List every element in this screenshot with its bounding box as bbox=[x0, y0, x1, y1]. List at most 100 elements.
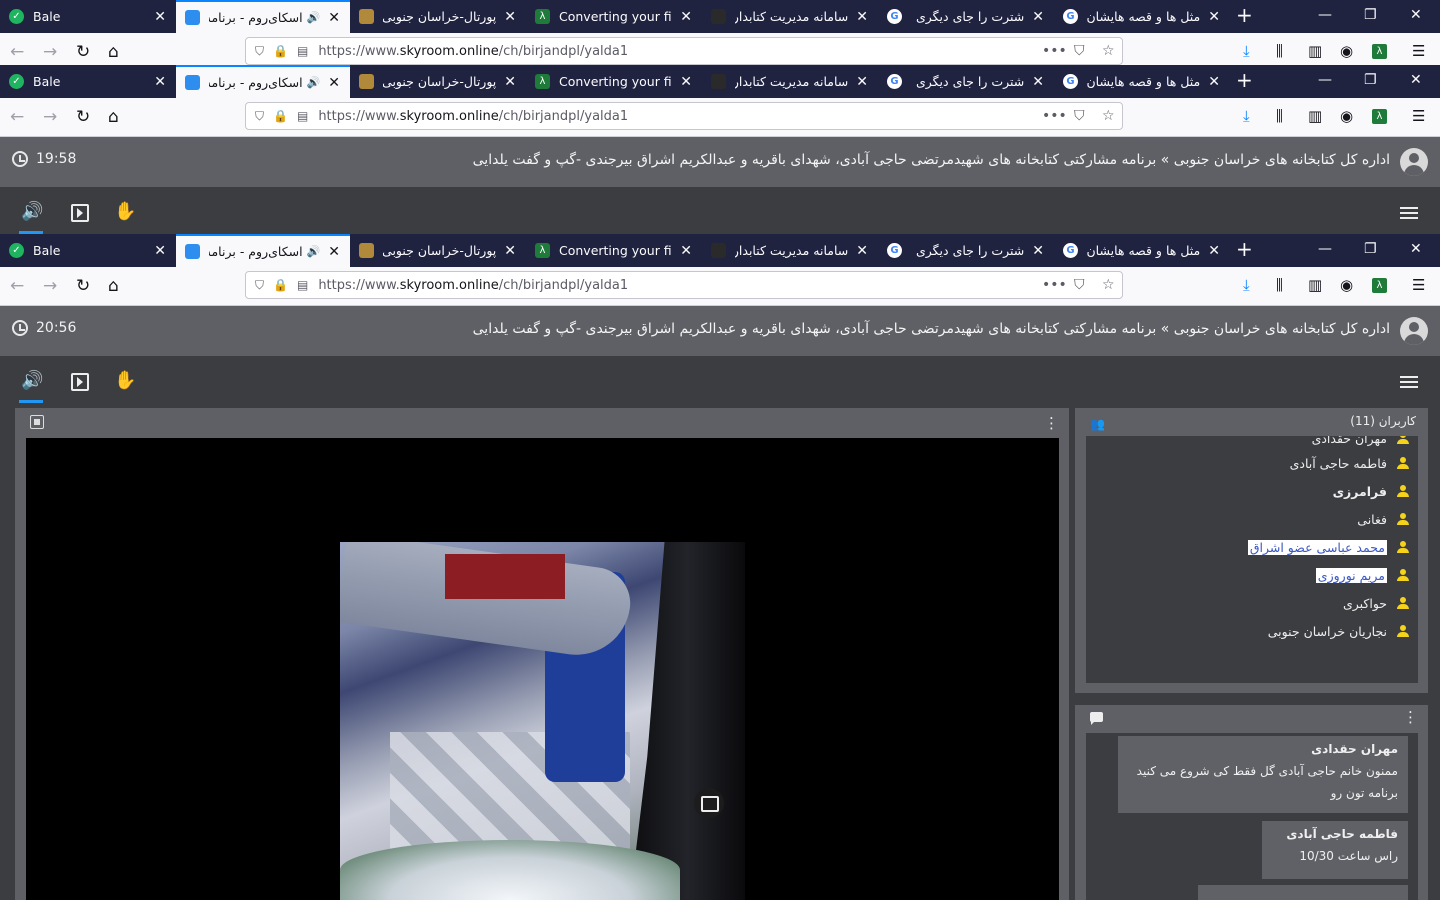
lock-icon[interactable]: 🔒 bbox=[273, 44, 288, 58]
tab-1[interactable]: ✓ Bale ✕ bbox=[0, 0, 176, 33]
app-menu-icon[interactable]: ☰ bbox=[1412, 276, 1425, 294]
page-info-icon[interactable]: ▤ bbox=[297, 278, 308, 292]
page-info-icon[interactable]: ▤ bbox=[297, 44, 308, 58]
url-text[interactable]: https://www.skyroom.online/ch/birjandpl/… bbox=[318, 278, 628, 293]
tab-4[interactable]: λ Converting your file ✕ bbox=[526, 0, 702, 33]
close-tab-icon[interactable]: ✕ bbox=[1208, 74, 1220, 90]
pocket-icon[interactable]: ⛉ bbox=[1074, 43, 1085, 59]
tab-7[interactable]: G مثل ها و قصه هایشان ✕ bbox=[1054, 234, 1230, 267]
tab-6[interactable]: G شترت را جای دیگری بخو ✕ bbox=[878, 234, 1054, 267]
kebab-menu-icon[interactable]: ⋮ bbox=[1403, 708, 1418, 726]
tab-audio-icon[interactable]: 🔊 bbox=[307, 245, 321, 258]
tab-4[interactable]: λ Converting your file ✕ bbox=[526, 65, 702, 98]
lock-icon[interactable]: 🔒 bbox=[273, 278, 288, 292]
video-stream[interactable] bbox=[340, 542, 745, 900]
close-tab-icon[interactable]: ✕ bbox=[680, 74, 692, 90]
chat-messages[interactable]: مهران حقدادی ممنون خانم حاجی آبادی گل فق… bbox=[1086, 733, 1418, 900]
picture-in-picture-icon[interactable] bbox=[694, 788, 724, 818]
close-tab-icon[interactable]: ✕ bbox=[1208, 9, 1220, 25]
users-list[interactable]: مهران حقدادی فاطمه حاجی آبادی فرامرزی فغ… bbox=[1086, 436, 1418, 683]
home-icon[interactable]: ⌂ bbox=[108, 276, 119, 296]
shield-icon[interactable]: ⛉ bbox=[255, 278, 264, 293]
account-icon[interactable]: ◉ bbox=[1340, 276, 1353, 294]
user-avatar-icon[interactable] bbox=[1400, 148, 1428, 176]
address-bar[interactable]: ⛉ 🔒 ▤ https://www.skyroom.online/ch/birjand… bbox=[245, 271, 1123, 299]
forward-icon[interactable]: → bbox=[43, 107, 57, 127]
tab-6[interactable]: G شترت را جای دیگری بخو ✕ bbox=[878, 0, 1054, 33]
bookmark-star-icon[interactable]: ☆ bbox=[1102, 277, 1115, 293]
lock-icon[interactable]: 🔒 bbox=[273, 109, 288, 123]
expand-icon[interactable] bbox=[30, 415, 44, 429]
app-menu-icon[interactable]: ☰ bbox=[1412, 107, 1425, 125]
maximize-icon[interactable]: ❐ bbox=[1364, 7, 1377, 23]
new-tab-icon[interactable]: + bbox=[1236, 68, 1253, 92]
home-icon[interactable]: ⌂ bbox=[108, 107, 119, 127]
user-item[interactable]: مریم نوروزی bbox=[1315, 565, 1409, 585]
address-bar[interactable]: ⛉ 🔒 ▤ https://www.skyroom.online/ch/birjand… bbox=[245, 102, 1123, 130]
close-tab-icon[interactable]: ✕ bbox=[328, 10, 340, 26]
shield-icon[interactable]: ⛉ bbox=[255, 109, 264, 124]
close-tab-icon[interactable]: ✕ bbox=[680, 9, 692, 25]
hamburger-menu-icon[interactable] bbox=[1400, 207, 1418, 209]
tab-3[interactable]: پورتال-خراسان جنوبی- ✕ bbox=[350, 65, 526, 98]
library-icon[interactable]: ⫼ bbox=[1276, 276, 1283, 294]
close-tab-icon[interactable]: ✕ bbox=[504, 74, 516, 90]
page-actions-icon[interactable]: ••• bbox=[1042, 277, 1067, 293]
maximize-icon[interactable]: ❐ bbox=[1364, 72, 1377, 88]
tab-5[interactable]: سامانه مدیریت کتابداری ✕ bbox=[702, 234, 878, 267]
minimize-icon[interactable]: — bbox=[1318, 7, 1332, 23]
forward-icon[interactable]: → bbox=[43, 42, 57, 62]
video-stage[interactable] bbox=[26, 438, 1059, 900]
tab-7[interactable]: G مثل ها و قصه هایشان ✕ bbox=[1054, 0, 1230, 33]
close-window-icon[interactable]: ✕ bbox=[1410, 241, 1422, 257]
bookmark-star-icon[interactable]: ☆ bbox=[1102, 43, 1115, 59]
sidebar-icon[interactable]: ▥ bbox=[1308, 107, 1322, 125]
reload-icon[interactable]: ↻ bbox=[76, 276, 90, 296]
close-tab-icon[interactable]: ✕ bbox=[1208, 243, 1220, 259]
tab-1[interactable]: ✓ Bale ✕ bbox=[0, 65, 176, 98]
download-icon[interactable]: ⤓ bbox=[1243, 42, 1250, 60]
user-item[interactable]: حواکبری bbox=[1343, 593, 1409, 613]
hamburger-menu-icon[interactable] bbox=[1400, 376, 1418, 378]
url-text[interactable]: https://www.skyroom.online/ch/birjandpl/… bbox=[318, 44, 628, 59]
close-tab-icon[interactable]: ✕ bbox=[154, 74, 166, 90]
tab-4[interactable]: λ Converting your file ✕ bbox=[526, 234, 702, 267]
tab-3[interactable]: پورتال-خراسان جنوبی- ✕ bbox=[350, 234, 526, 267]
user-item[interactable]: فغانی bbox=[1357, 509, 1409, 529]
minimize-icon[interactable]: — bbox=[1318, 241, 1332, 257]
speaker-icon[interactable]: 🔊 bbox=[18, 201, 44, 234]
close-tab-icon[interactable]: ✕ bbox=[856, 9, 868, 25]
tab-6[interactable]: G شترت را جای دیگری بخو ✕ bbox=[878, 65, 1054, 98]
maximize-icon[interactable]: ❐ bbox=[1364, 241, 1377, 257]
tab-2[interactable]: اسکای‌روم - برنامه 🔊 ✕ bbox=[176, 234, 350, 267]
close-tab-icon[interactable]: ✕ bbox=[1032, 9, 1044, 25]
minimize-icon[interactable]: — bbox=[1318, 72, 1332, 88]
back-icon[interactable]: ← bbox=[10, 276, 24, 296]
tab-audio-icon[interactable]: 🔊 bbox=[307, 11, 321, 24]
page-actions-icon[interactable]: ••• bbox=[1042, 43, 1067, 59]
library-icon[interactable]: ⫼ bbox=[1276, 107, 1283, 125]
media-player-icon[interactable] bbox=[71, 204, 89, 222]
page-actions-icon[interactable]: ••• bbox=[1042, 108, 1067, 124]
close-tab-icon[interactable]: ✕ bbox=[328, 244, 340, 260]
download-icon[interactable]: ⤓ bbox=[1243, 276, 1250, 294]
extension-icon[interactable]: λ bbox=[1372, 44, 1387, 59]
page-info-icon[interactable]: ▤ bbox=[297, 109, 308, 123]
app-menu-icon[interactable]: ☰ bbox=[1412, 42, 1425, 60]
user-item[interactable]: مهران حقدادی bbox=[1312, 436, 1409, 448]
close-tab-icon[interactable]: ✕ bbox=[328, 75, 340, 91]
tab-audio-icon[interactable]: 🔊 bbox=[307, 76, 321, 89]
back-icon[interactable]: ← bbox=[10, 42, 24, 62]
tab-7[interactable]: G مثل ها و قصه هایشان ✕ bbox=[1054, 65, 1230, 98]
back-icon[interactable]: ← bbox=[10, 107, 24, 127]
close-tab-icon[interactable]: ✕ bbox=[154, 243, 166, 259]
user-item[interactable]: نجاریان خراسان جنوبی bbox=[1268, 621, 1409, 641]
pocket-icon[interactable]: ⛉ bbox=[1074, 108, 1085, 124]
close-window-icon[interactable]: ✕ bbox=[1410, 72, 1422, 88]
close-tab-icon[interactable]: ✕ bbox=[504, 243, 516, 259]
extension-icon[interactable]: λ bbox=[1372, 109, 1387, 124]
account-icon[interactable]: ◉ bbox=[1340, 42, 1353, 60]
shield-icon[interactable]: ⛉ bbox=[255, 44, 264, 59]
url-text[interactable]: https://www.skyroom.online/ch/birjandpl/… bbox=[318, 109, 628, 124]
address-bar[interactable]: ⛉ 🔒 ▤ https://www.skyroom.online/ch/birjand… bbox=[245, 37, 1123, 65]
